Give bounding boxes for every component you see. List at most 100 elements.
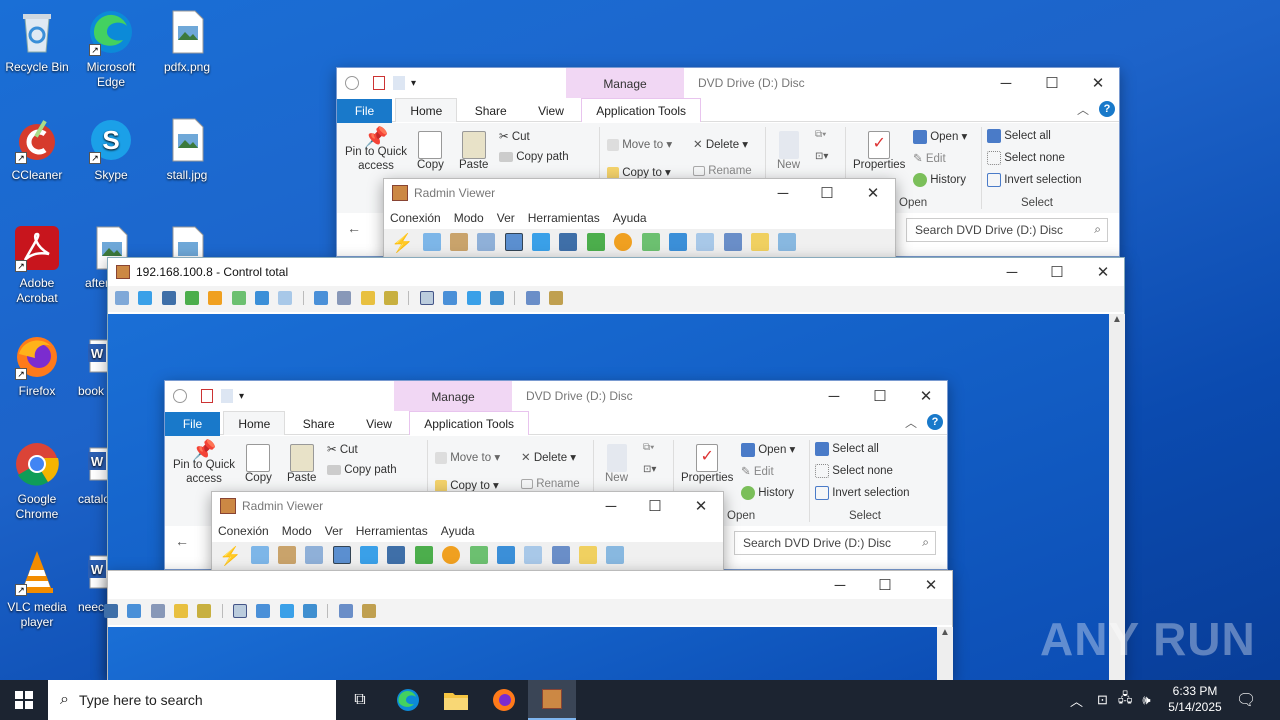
pin-quick-access-button[interactable]: 📌 Pin to Quick access — [345, 128, 407, 173]
new-button[interactable]: New — [605, 444, 628, 484]
edit-button[interactable]: ✎ Edit — [741, 464, 774, 478]
add-connection-icon[interactable] — [250, 546, 269, 564]
users-icon[interactable] — [150, 603, 165, 618]
vertical-scrollbar[interactable]: ▲ — [937, 627, 953, 681]
tab-file[interactable]: File — [337, 99, 392, 123]
search-input[interactable]: Search DVD Drive (D:) Disc ⌕ — [906, 218, 1108, 242]
full-control-icon[interactable] — [332, 546, 351, 564]
chevron-up-icon[interactable]: ︿ — [1070, 691, 1083, 710]
select-all-button[interactable]: Select all — [815, 442, 879, 456]
fullscreen-icon[interactable] — [443, 290, 458, 305]
close-button[interactable]: ✕ — [1075, 68, 1121, 98]
open-button[interactable]: Open ▾ — [741, 442, 795, 457]
new-folder-quick-icon[interactable] — [221, 389, 233, 403]
tab-file[interactable]: File — [165, 412, 220, 436]
properties-button[interactable]: ✓ Properties — [681, 444, 733, 484]
paste-button[interactable]: Paste — [459, 131, 488, 171]
chat-icon[interactable] — [641, 233, 660, 251]
clock[interactable]: 6:33 PM 5/14/2025 — [1160, 683, 1230, 715]
radmin-minimize-button[interactable]: ─ — [760, 179, 806, 207]
back-arrow-icon[interactable]: ← — [347, 220, 361, 236]
taskbar-edge[interactable] — [384, 688, 432, 712]
send-message-icon[interactable] — [524, 546, 543, 564]
full-control-icon[interactable] — [504, 233, 523, 251]
desktop-icon-skype[interactable]: S ↗ Skype — [75, 116, 147, 183]
lock-icon[interactable] — [360, 290, 375, 305]
notifications-icon[interactable]: 🗨 — [1236, 690, 1256, 710]
collapse-ribbon-icon[interactable]: ︿ — [905, 414, 917, 431]
delete-button[interactable]: ✕ Delete ▾ — [693, 137, 748, 151]
help-icon[interactable]: ? — [927, 414, 943, 430]
menu-ver[interactable]: Ver — [325, 524, 343, 538]
phonebook-icon[interactable] — [551, 546, 570, 564]
invert-selection-button[interactable]: Invert selection — [815, 486, 910, 500]
settings-tools-icon[interactable] — [362, 603, 377, 618]
volume-icon[interactable]: 🕪 — [1142, 692, 1150, 708]
telnet-icon[interactable] — [559, 233, 578, 251]
search-input[interactable]: Search DVD Drive (D:) Disc ⌕ — [734, 531, 936, 555]
menu-herramientas[interactable]: Herramientas — [528, 211, 600, 225]
device-icon[interactable]: ⊡ — [1097, 692, 1108, 708]
tab-share[interactable]: Share — [289, 412, 349, 436]
taskbar-search-box[interactable]: ⌕ Type here to search — [48, 680, 336, 720]
remote-maximize-button[interactable]: ☐ — [862, 571, 908, 599]
manage-tab[interactable]: Manage — [394, 381, 512, 411]
menu-conexion[interactable]: Conexión — [218, 524, 269, 538]
shutdown-icon[interactable] — [208, 290, 223, 305]
control-close-button[interactable]: ✕ — [1080, 258, 1126, 286]
desktop-icon-chrome[interactable]: Google Chrome — [1, 440, 73, 522]
phonebook-icon[interactable] — [723, 233, 742, 251]
desktop-icon-stall[interactable]: stall.jpg — [151, 116, 223, 183]
radmin-minimize-button[interactable]: ─ — [588, 492, 634, 520]
easy-access-dropdown-icon[interactable]: ⊡▾ — [815, 151, 828, 162]
desktop-icon-firefox[interactable]: ↗ Firefox — [1, 332, 73, 399]
scale-icon[interactable] — [466, 290, 481, 305]
send-message-icon[interactable] — [278, 290, 293, 305]
screenshot-icon[interactable] — [338, 603, 353, 618]
users-icon[interactable] — [337, 290, 352, 305]
ctrl-alt-del-icon[interactable] — [127, 603, 142, 618]
maximize-button[interactable]: ☐ — [857, 381, 903, 411]
folders-icon[interactable] — [578, 546, 597, 564]
tab-application-tools[interactable]: Application Tools — [409, 411, 530, 435]
network-icon[interactable]: 🖧 — [1118, 689, 1133, 711]
start-button[interactable] — [0, 680, 48, 720]
telnet-icon[interactable] — [104, 603, 118, 618]
options-icon[interactable] — [778, 233, 797, 251]
rename-button[interactable]: Rename — [521, 478, 580, 490]
normal-mode-icon[interactable] — [233, 603, 248, 618]
copy-path-button[interactable]: Copy path — [327, 464, 397, 476]
view-only-icon[interactable] — [138, 290, 153, 305]
folders-icon[interactable] — [750, 233, 769, 251]
taskbar-firefox[interactable] — [480, 688, 528, 712]
menu-ayuda[interactable]: Ayuda — [441, 524, 475, 538]
view-only-icon[interactable] — [360, 546, 379, 564]
fit-icon[interactable] — [303, 603, 318, 618]
shutdown-icon[interactable] — [614, 233, 633, 251]
tab-view[interactable]: View — [524, 99, 578, 123]
properties-quick-icon[interactable] — [201, 389, 213, 403]
open-button[interactable]: Open ▾ — [913, 129, 967, 144]
fit-icon[interactable] — [489, 290, 504, 305]
control-maximize-button[interactable]: ☐ — [1034, 258, 1080, 286]
select-all-button[interactable]: Select all — [987, 129, 1051, 143]
remote-minimize-button[interactable]: ─ — [817, 571, 863, 599]
desktop-icon-recycle-bin[interactable]: Recycle Bin — [1, 8, 73, 75]
remote-close-button[interactable]: ✕ — [908, 571, 954, 599]
desktop-icon-ccleaner[interactable]: ↗ CCleaner — [1, 116, 73, 183]
file-transfer-icon[interactable] — [185, 290, 200, 305]
menu-ayuda[interactable]: Ayuda — [613, 211, 647, 225]
taskbar-file-explorer[interactable] — [432, 690, 480, 710]
move-to-button[interactable]: Move to ▾ — [607, 137, 672, 151]
control-minimize-button[interactable]: ─ — [989, 258, 1035, 286]
taskbar-radmin[interactable] — [528, 680, 576, 720]
tab-view[interactable]: View — [352, 412, 406, 436]
select-none-button[interactable]: Select none — [815, 464, 893, 478]
minimize-button[interactable]: ─ — [983, 68, 1029, 98]
tab-home[interactable]: Home — [223, 411, 286, 435]
delete-button[interactable]: ✕ Delete ▾ — [521, 450, 576, 464]
send-message-icon[interactable] — [696, 233, 715, 251]
settings-tools-icon[interactable] — [548, 290, 563, 305]
desktop-icon-vlc[interactable]: ↗ VLC media player — [1, 548, 73, 630]
voice-chat-icon[interactable] — [496, 546, 515, 564]
